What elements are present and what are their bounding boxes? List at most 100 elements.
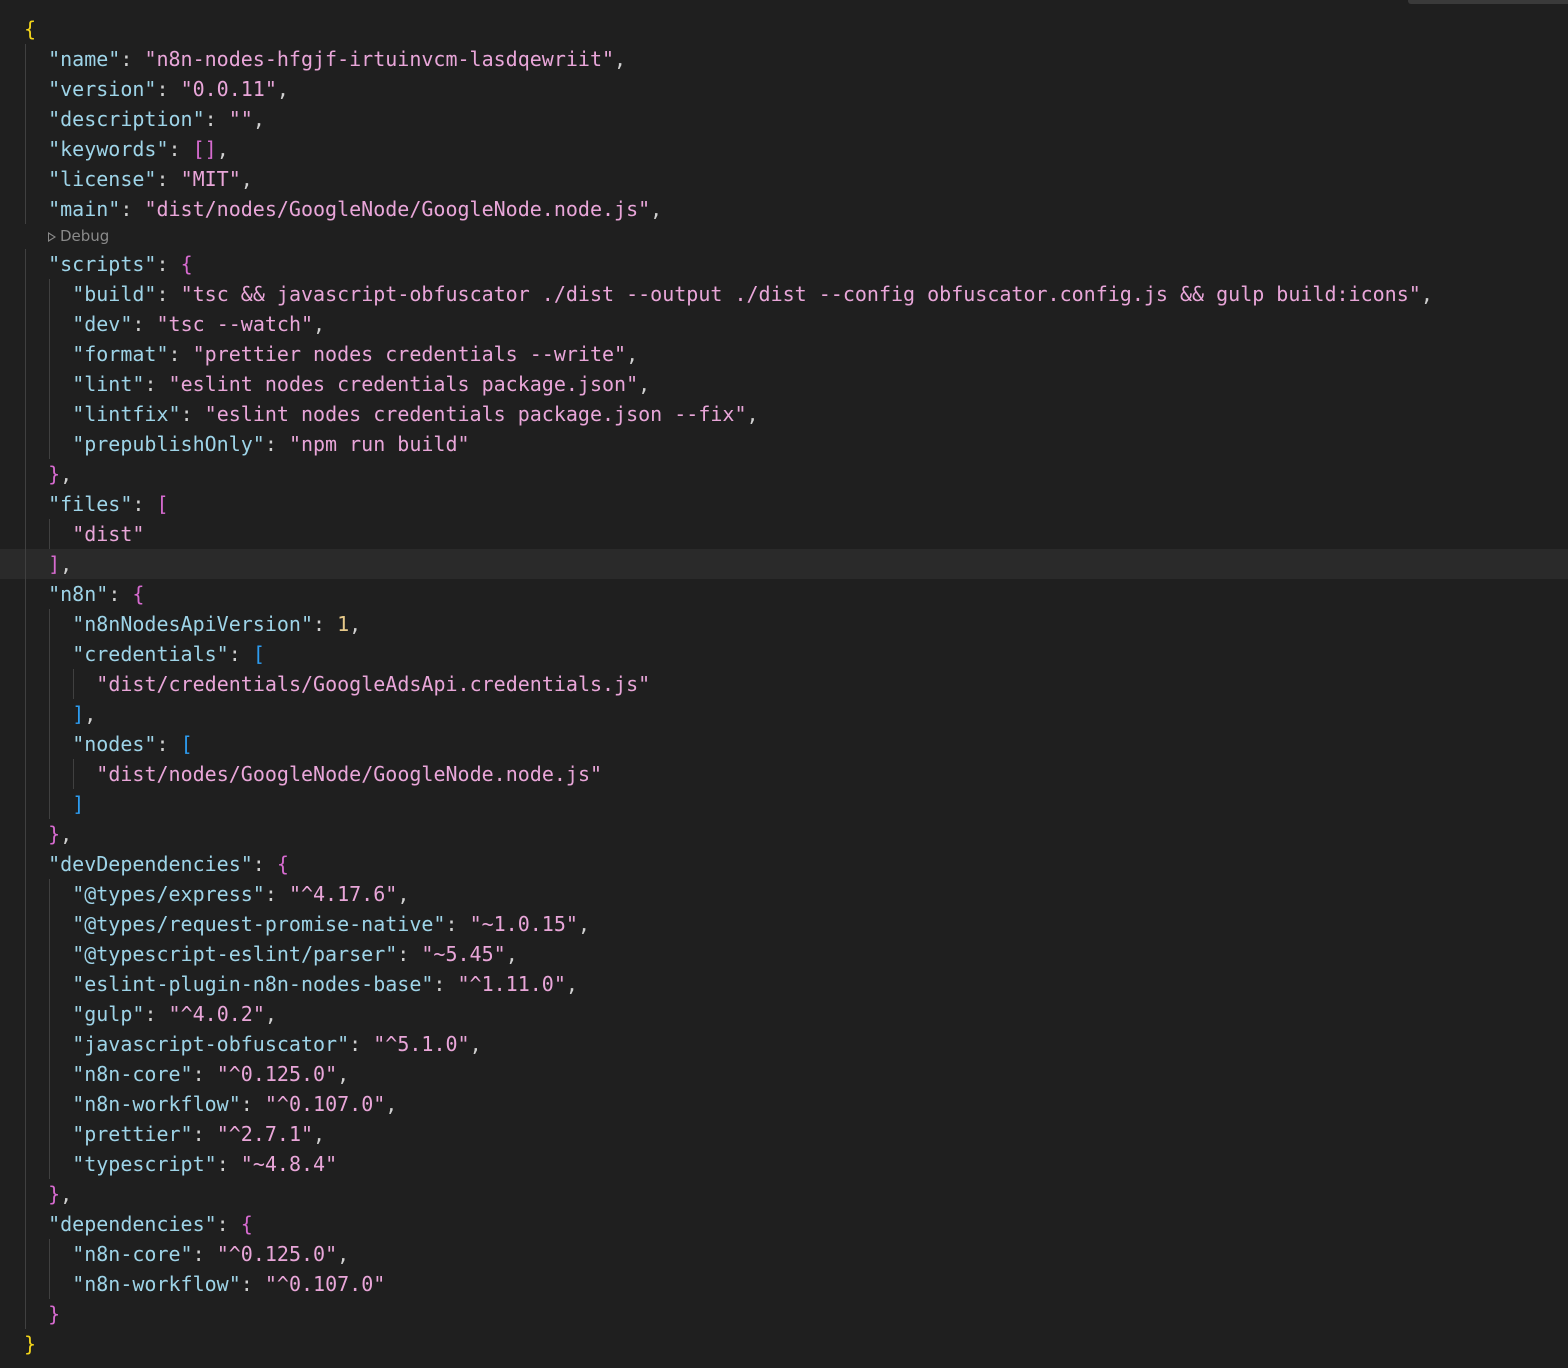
indent-guide (49, 429, 51, 459)
code-line[interactable]: "n8nNodesApiVersion": 1, (0, 609, 1568, 639)
indent-guide (25, 729, 26, 759)
code-line-text: "@typescript-eslint/parser": "~5.45", (72, 942, 518, 966)
code-line[interactable]: "prepublishOnly": "npm run build" (0, 429, 1568, 459)
code-line[interactable]: "main": "dist/nodes/GoogleNode/GoogleNod… (0, 194, 1568, 224)
indent-guide (25, 1149, 26, 1179)
code-line-text: "lint": "eslint nodes credentials packag… (72, 372, 651, 396)
code-editor[interactable]: Debug {"name": "n8n-nodes-hfgjf-irtuinvc… (0, 0, 1568, 1368)
code-line[interactable]: "keywords": [], (0, 134, 1568, 164)
code-line[interactable]: "dependencies": { (0, 1209, 1568, 1239)
code-line[interactable]: "n8n-workflow": "^0.107.0", (0, 1089, 1568, 1119)
code-line[interactable]: } (0, 1329, 1568, 1359)
code-line[interactable]: "name": "n8n-nodes-hfgjf-irtuinvcm-lasdq… (0, 44, 1568, 74)
code-line-text: "nodes": [ (72, 732, 193, 756)
code-line[interactable]: "nodes": [ (0, 729, 1568, 759)
code-line-text: "dist/credentials/GoogleAdsApi.credentia… (96, 672, 651, 696)
code-line[interactable]: "n8n-core": "^0.125.0", (0, 1239, 1568, 1269)
indent-guide (25, 74, 26, 104)
code-line[interactable]: "@types/request-promise-native": "~1.0.1… (0, 909, 1568, 939)
indent-guide (49, 969, 51, 999)
code-line[interactable]: "format": "prettier nodes credentials --… (0, 339, 1568, 369)
indent-guide (49, 729, 51, 759)
code-line-text: "prepublishOnly": "npm run build" (72, 432, 470, 456)
indent-guide (25, 339, 26, 369)
code-line[interactable]: { (0, 14, 1568, 44)
indent-guide (25, 969, 26, 999)
code-line-text: "n8nNodesApiVersion": 1, (72, 612, 362, 636)
code-line-text: "n8n-workflow": "^0.107.0", (72, 1092, 398, 1116)
indent-guide (25, 639, 26, 669)
code-line-text: "build": "tsc && javascript-obfuscator .… (72, 282, 1433, 306)
indent-guide (25, 549, 26, 579)
code-line-text: "dist" (72, 522, 145, 546)
code-line-text: "@types/express": "^4.17.6", (72, 882, 410, 906)
debug-codelens-label: Debug (60, 227, 110, 245)
indent-guide (49, 909, 51, 939)
code-line[interactable]: "build": "tsc && javascript-obfuscator .… (0, 279, 1568, 309)
code-line[interactable]: ] (0, 789, 1568, 819)
code-line[interactable]: "description": "", (0, 104, 1568, 134)
indent-guide (73, 669, 75, 699)
code-line[interactable]: "lintfix": "eslint nodes credentials pac… (0, 399, 1568, 429)
indent-guide (49, 699, 51, 729)
code-line[interactable]: }, (0, 459, 1568, 489)
indent-guide (25, 879, 26, 909)
code-line-text: "lintfix": "eslint nodes credentials pac… (72, 402, 759, 426)
code-line[interactable]: "@types/express": "^4.17.6", (0, 879, 1568, 909)
code-line[interactable]: "dist/nodes/GoogleNode/GoogleNode.node.j… (0, 759, 1568, 789)
code-line[interactable]: ], (0, 699, 1568, 729)
code-line[interactable]: "n8n-workflow": "^0.107.0" (0, 1269, 1568, 1299)
code-line[interactable]: "scripts": { (0, 249, 1568, 279)
code-line[interactable]: "prettier": "^2.7.1", (0, 1119, 1568, 1149)
indent-guide (25, 789, 26, 819)
code-line[interactable]: "n8n": { (0, 579, 1568, 609)
indent-guide (25, 489, 26, 519)
indent-guide (49, 309, 51, 339)
code-line[interactable]: "dev": "tsc --watch", (0, 309, 1568, 339)
code-line[interactable]: "n8n-core": "^0.125.0", (0, 1059, 1568, 1089)
code-line[interactable]: "gulp": "^4.0.2", (0, 999, 1568, 1029)
indent-guide (25, 849, 26, 879)
code-line[interactable]: "credentials": [ (0, 639, 1568, 669)
code-line-text: ], (48, 552, 73, 576)
code-line-text: "description": "", (48, 107, 265, 131)
code-line[interactable]: "devDependencies": { (0, 849, 1568, 879)
code-line-text: ], (72, 702, 97, 726)
code-line-text: "dist/nodes/GoogleNode/GoogleNode.node.j… (96, 762, 603, 786)
code-line-text: "@types/request-promise-native": "~1.0.1… (72, 912, 590, 936)
indent-guide (25, 999, 26, 1029)
code-line[interactable]: "dist" (0, 519, 1568, 549)
indent-guide (25, 1269, 26, 1299)
indent-guide (49, 1239, 51, 1269)
code-line-text: "typescript": "~4.8.4" (72, 1152, 338, 1176)
indent-guide (49, 759, 51, 789)
indent-guide (25, 399, 26, 429)
indent-guide (25, 579, 26, 609)
indent-guide (25, 164, 26, 194)
code-line[interactable]: "typescript": "~4.8.4" (0, 1149, 1568, 1179)
indent-guide (25, 134, 26, 164)
code-line[interactable]: "eslint-plugin-n8n-nodes-base": "^1.11.0… (0, 969, 1568, 999)
code-line[interactable]: "dist/credentials/GoogleAdsApi.credentia… (0, 669, 1568, 699)
code-line[interactable]: }, (0, 819, 1568, 849)
code-line[interactable]: "lint": "eslint nodes credentials packag… (0, 369, 1568, 399)
indent-guide (25, 1089, 26, 1119)
code-line[interactable]: ], (0, 549, 1568, 579)
code-line[interactable]: "javascript-obfuscator": "^5.1.0", (0, 1029, 1568, 1059)
code-line[interactable]: "@typescript-eslint/parser": "~5.45", (0, 939, 1568, 969)
code-line-text: "main": "dist/nodes/GoogleNode/GoogleNod… (48, 197, 663, 221)
code-line-text: "dependencies": { (48, 1212, 253, 1236)
code-line[interactable]: "files": [ (0, 489, 1568, 519)
code-line[interactable]: "version": "0.0.11", (0, 74, 1568, 104)
debug-codelens[interactable]: Debug (48, 224, 109, 248)
indent-guide (49, 1149, 51, 1179)
scrollbar-thumb[interactable] (1408, 0, 1568, 4)
indent-guide (25, 609, 26, 639)
code-line[interactable]: "license": "MIT", (0, 164, 1568, 194)
code-line[interactable]: }, (0, 1179, 1568, 1209)
indent-guide (25, 309, 26, 339)
indent-guide (49, 339, 51, 369)
code-line[interactable]: } (0, 1299, 1568, 1329)
indent-guide (49, 1119, 51, 1149)
indent-guide (25, 1239, 26, 1269)
